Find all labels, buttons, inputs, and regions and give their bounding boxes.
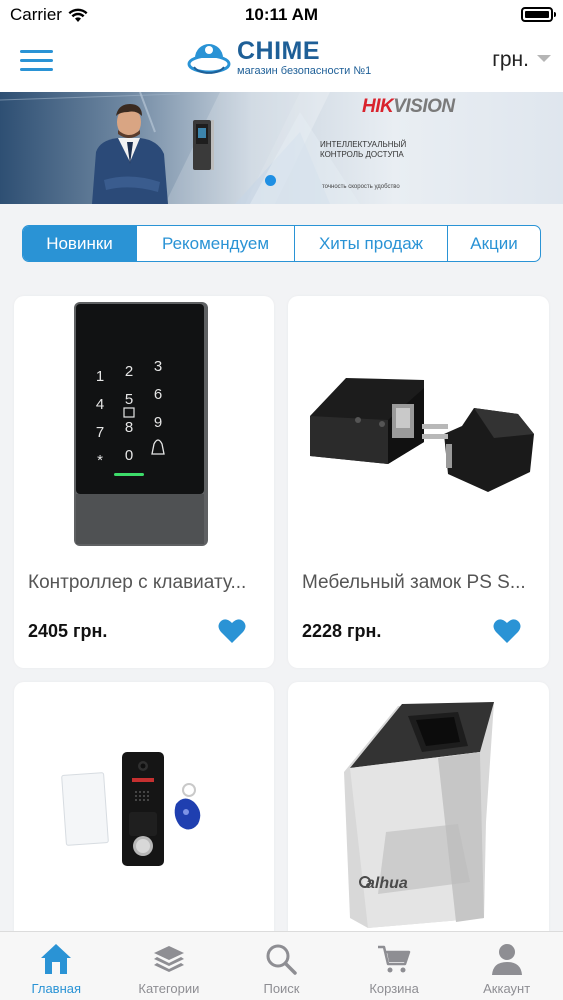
product-card[interactable]: 123 456 789 * 0 Контроллер с клавиату... …: [14, 296, 274, 668]
camera-dome-icon: [187, 44, 231, 74]
product-image-keypad-controller: 1 2 3 4 5 6 7 8 9 * 0: [74, 302, 208, 546]
tabbar-label: Главная: [31, 981, 82, 996]
tabbar-search[interactable]: Поиск: [225, 932, 338, 1000]
product-card[interactable]: [14, 682, 274, 942]
svg-text:3: 3: [154, 358, 162, 375]
svg-text:1: 1: [96, 368, 104, 385]
carousel-indicator[interactable]: [265, 175, 276, 186]
svg-text:alhua: alhua: [366, 875, 408, 892]
app-header: CHIME магазин безопасности №1 грн.: [0, 30, 563, 92]
status-bar: Carrier 10:11 AM: [0, 0, 563, 30]
home-icon: [41, 944, 72, 974]
svg-text:*: *: [97, 452, 103, 469]
svg-text:6: 6: [154, 386, 162, 403]
tabbar-label: Поиск: [263, 981, 300, 996]
product-tabs: Новинки Рекомендуем Хиты продаж Акции: [22, 225, 541, 262]
tabbar-label: Категории: [138, 981, 200, 996]
banner-brand-gray: VISION: [393, 96, 455, 117]
product-card[interactable]: alhua: [288, 682, 549, 942]
svg-text:5: 5: [125, 391, 133, 408]
bottom-tab-bar: Главная Категории Поиск Корзина Аккаунт: [0, 931, 563, 1000]
logo-tagline: магазин безопасности №1: [237, 64, 372, 77]
product-title[interactable]: Мебельный замок PS S...: [302, 572, 534, 594]
banner-brand: HIKVISION: [362, 96, 455, 118]
currency-label: грн.: [492, 48, 529, 71]
tab-bestsellers[interactable]: Хиты продаж: [295, 226, 448, 261]
svg-text:9: 9: [154, 414, 162, 431]
tabbar-cart[interactable]: Корзина: [338, 932, 451, 1000]
banner-title: ИНТЕЛЛЕКТУАЛЬНЫЙ КОНТРОЛЬ ДОСТУПА: [320, 140, 407, 159]
search-icon: [266, 944, 298, 975]
battery-icon: [521, 7, 556, 22]
banner-brand-red: HIK: [362, 96, 394, 117]
product-image-fingerprint-scanner: alhua: [344, 702, 494, 928]
chevron-down-icon: [537, 54, 551, 62]
promo-banner[interactable]: HIKVISION ИНТЕЛЛЕКТУАЛЬНЫЙ КОНТРОЛЬ ДОСТ…: [0, 92, 563, 204]
heart-icon[interactable]: [493, 618, 521, 644]
svg-text:0: 0: [125, 447, 133, 464]
layers-icon: [153, 946, 184, 972]
user-icon: [491, 944, 522, 975]
tabbar-categories[interactable]: Категории: [113, 932, 226, 1000]
currency-selector[interactable]: грн.: [492, 48, 551, 72]
banner-subtitle: точность скорость удобство: [322, 184, 400, 190]
tab-recommended[interactable]: Рекомендуем: [137, 226, 295, 261]
status-time: 10:11 AM: [244, 5, 319, 24]
product-price: 2228 грн.: [302, 621, 382, 641]
svg-text:2: 2: [125, 363, 133, 380]
tab-sales[interactable]: Акции: [448, 226, 540, 261]
logo-brand: CHIME: [237, 36, 321, 65]
product-image-intercom-panel: [61, 752, 201, 866]
cart-icon: [378, 945, 411, 973]
product-price: 2405 грн.: [28, 621, 108, 641]
banner-illustration: [0, 92, 360, 204]
product-title[interactable]: Контроллер с клавиату...: [28, 572, 260, 594]
tab-new[interactable]: Новинки: [23, 226, 137, 261]
product-image-furniture-lock: [310, 378, 534, 492]
tabbar-account[interactable]: Аккаунт: [450, 932, 563, 1000]
tabbar-home[interactable]: Главная: [0, 932, 113, 1000]
product-card[interactable]: Мебельный замок PS S... 2228 грн.: [288, 296, 549, 668]
menu-button[interactable]: [20, 50, 53, 72]
logo[interactable]: CHIME магазин безопасности №1: [186, 36, 371, 78]
tabbar-label: Аккаунт: [483, 981, 531, 996]
svg-text:7: 7: [96, 424, 104, 441]
tabbar-label: Корзина: [369, 981, 419, 996]
svg-text:8: 8: [125, 419, 133, 436]
svg-text:4: 4: [96, 396, 104, 413]
heart-icon[interactable]: [218, 618, 246, 644]
